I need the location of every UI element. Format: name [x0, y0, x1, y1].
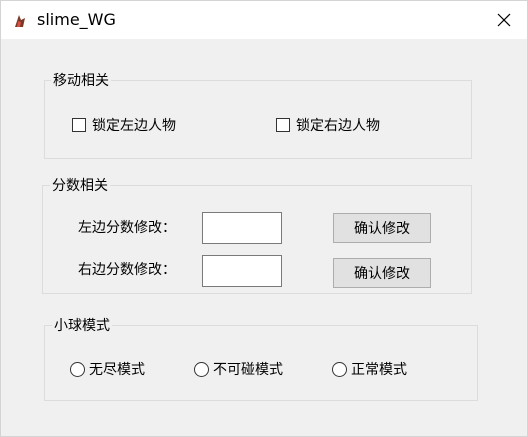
lock-right-label: 锁定右边人物 — [296, 118, 380, 134]
lock-right-checkbox-box[interactable] — [276, 118, 290, 132]
right-score-label: 右边分数修改： — [78, 262, 176, 278]
radio-normal-circle[interactable] — [332, 361, 347, 377]
move-group-legend: 移动相关 — [51, 73, 111, 89]
radio-endless-label: 无尽模式 — [89, 362, 145, 378]
radio-endless-mode[interactable]: 无尽模式 — [70, 359, 145, 379]
radio-normal-mode[interactable]: 正常模式 — [332, 359, 407, 379]
lock-left-checkbox[interactable]: 锁定左边人物 — [72, 115, 176, 135]
radio-untouchable-mode[interactable]: 不可碰模式 — [194, 359, 283, 379]
lock-right-checkbox[interactable]: 锁定右边人物 — [276, 115, 380, 135]
app-icon — [12, 13, 28, 29]
close-button[interactable] — [481, 1, 527, 39]
radio-normal-label: 正常模式 — [351, 362, 407, 378]
left-score-input[interactable] — [202, 212, 282, 244]
left-confirm-button[interactable]: 确认修改 — [333, 213, 431, 243]
right-score-input[interactable] — [202, 255, 282, 287]
window-title: slime_WG — [37, 10, 116, 29]
title-bar[interactable]: slime_WG — [1, 1, 527, 39]
right-confirm-button[interactable]: 确认修改 — [333, 258, 431, 288]
left-score-label: 左边分数修改： — [78, 220, 176, 236]
radio-untouchable-label: 不可碰模式 — [213, 362, 283, 378]
score-group-legend: 分数相关 — [50, 178, 110, 194]
close-icon — [497, 13, 511, 27]
lock-left-label: 锁定左边人物 — [92, 118, 176, 134]
radio-untouchable-circle[interactable] — [194, 361, 209, 377]
app-window: slime_WG 移动相关 锁定左边人物 锁定右边人物 分数相关 左边分数修改：… — [0, 0, 528, 437]
ball-mode-legend: 小球模式 — [52, 318, 112, 334]
radio-endless-circle[interactable] — [70, 361, 85, 377]
lock-left-checkbox-box[interactable] — [72, 118, 86, 132]
